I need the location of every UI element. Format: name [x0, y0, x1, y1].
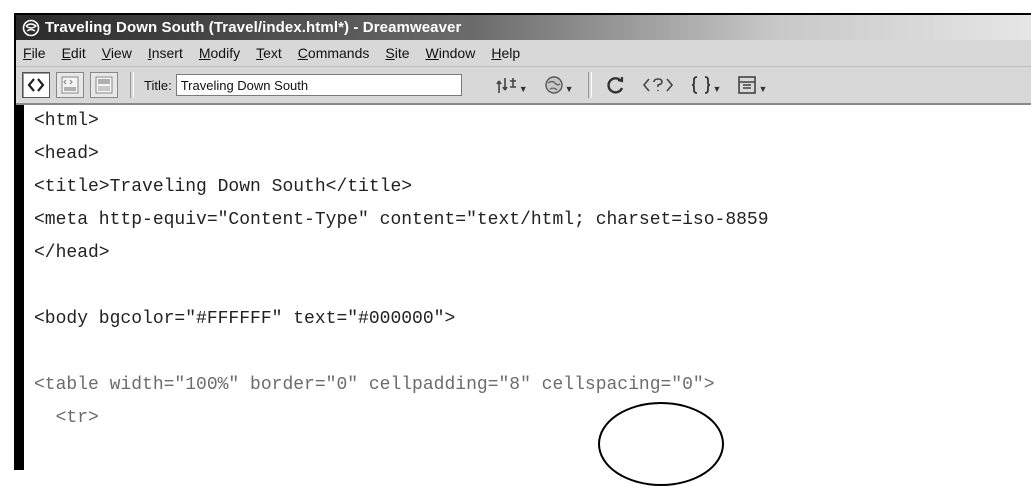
- code-line: <html>: [34, 111, 99, 131]
- design-view-button[interactable]: [90, 72, 118, 98]
- refresh-button[interactable]: [606, 75, 626, 95]
- toolbar-separator: [587, 72, 592, 98]
- menu-insert[interactable]: Insert: [148, 45, 183, 61]
- code-navigation-icon: [642, 78, 673, 92]
- code-view-icon: [27, 78, 45, 92]
- file-management-button[interactable]: ▼: [496, 75, 528, 95]
- toolbar-separator: [130, 72, 134, 98]
- menu-file[interactable]: File: [23, 45, 46, 61]
- document-toolbar: Title: ▼ ▼: [16, 67, 1031, 105]
- menu-edit[interactable]: Edit: [62, 45, 86, 61]
- view-options-icon: [738, 76, 757, 94]
- menu-help[interactable]: Help: [491, 45, 520, 61]
- code-editor[interactable]: <html> <head> <title>Traveling Down Sout…: [24, 105, 1031, 470]
- dreamweaver-app-icon: [22, 19, 40, 37]
- chevron-down-icon: ▼: [564, 84, 574, 94]
- code-line: <table width="100%" border="0" cellpaddi…: [34, 375, 715, 395]
- chevron-down-icon: ▼: [518, 84, 528, 94]
- menu-site[interactable]: Site: [385, 45, 409, 61]
- title-bar[interactable]: Traveling Down South (Travel/index.html*…: [16, 15, 1031, 40]
- code-line: <tr>: [34, 408, 99, 428]
- menu-text[interactable]: Text: [256, 45, 282, 61]
- page-title-input[interactable]: [175, 74, 462, 96]
- window-title: Traveling Down South (Travel/index.html*…: [45, 19, 462, 36]
- file-management-icon: [496, 78, 516, 93]
- code-line: <body bgcolor="#FFFFFF" text="#000000">: [34, 309, 456, 329]
- chevron-down-icon: ▼: [712, 84, 722, 94]
- braces-button[interactable]: ▼: [690, 75, 722, 95]
- code-navigation-button[interactable]: [642, 76, 674, 94]
- preview-browser-button[interactable]: ▼: [544, 75, 574, 95]
- menu-modify[interactable]: Modify: [199, 45, 240, 61]
- code-line: <meta http-equiv="Content-Type" content=…: [34, 210, 769, 230]
- dreamweaver-window: Traveling Down South (Travel/index.html*…: [14, 13, 1031, 470]
- refresh-icon: [606, 77, 623, 94]
- split-view-icon: [61, 76, 79, 94]
- braces-icon: [691, 76, 710, 94]
- code-line: <title>Traveling Down South</title>: [34, 177, 413, 197]
- menu-view[interactable]: View: [102, 45, 132, 61]
- preview-browser-icon: [544, 76, 563, 94]
- view-options-button[interactable]: ▼: [737, 75, 767, 95]
- title-field-label: Title:: [144, 77, 172, 93]
- code-view-button[interactable]: [22, 72, 50, 98]
- code-line: <head>: [34, 144, 99, 164]
- code-line: </head>: [34, 243, 110, 263]
- menu-bar: File Edit View Insert Modify Text Comman…: [16, 40, 1031, 67]
- design-view-icon: [95, 76, 113, 94]
- menu-window[interactable]: Window: [426, 45, 476, 61]
- menu-commands[interactable]: Commands: [298, 45, 370, 61]
- chevron-down-icon: ▼: [758, 84, 768, 94]
- split-view-button[interactable]: [56, 72, 84, 98]
